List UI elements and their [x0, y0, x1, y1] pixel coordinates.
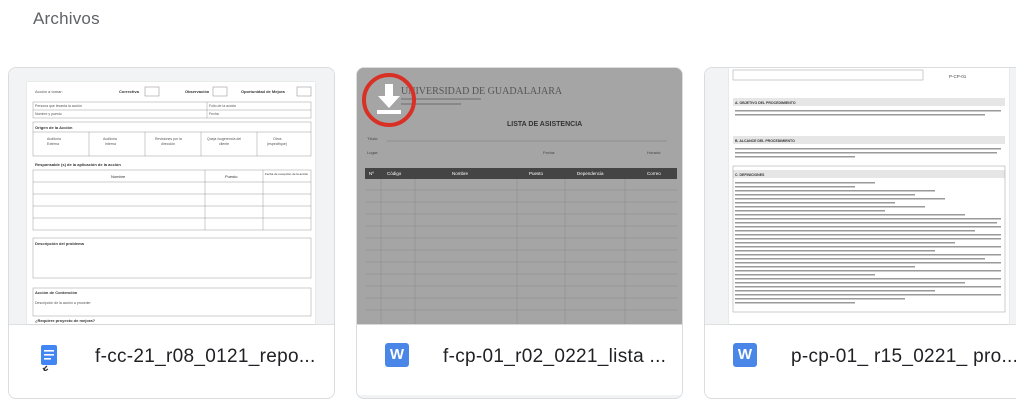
svg-text:cliente: cliente — [219, 142, 229, 146]
containment-label: Acción de Contención — [35, 290, 78, 295]
col-puesto: Puesto — [529, 171, 544, 176]
file-name-3[interactable]: p-cp-01_ r15_0221_ pro... — [791, 346, 1016, 368]
svg-text:Auditoría: Auditoría — [47, 137, 61, 141]
word-icon: W — [385, 343, 411, 369]
project-label: ¿Requiere proyecto de mejora? — [35, 318, 96, 323]
document-preview: P-CP-01 A. OBJETIVO DEL PROCEDIMIENTO B.… — [729, 68, 1009, 324]
svg-text:Folio de la acción: Folio de la acción — [209, 104, 236, 108]
file-name-1[interactable]: f-cc-21_r08_0121_repo... — [95, 346, 316, 368]
file-thumbnail-3[interactable]: P-CP-01 A. OBJETIVO DEL PROCEDIMIENTO B.… — [705, 68, 1016, 325]
file-card-1[interactable]: Acción a tomar: Correctiva Observación O… — [8, 67, 335, 399]
svg-text:P-CP-01: P-CP-01 — [949, 74, 967, 79]
svg-text:Nombre y puesto: Nombre y puesto — [35, 112, 62, 116]
document-preview: Acción a tomar: Correctiva Observación O… — [27, 82, 315, 324]
svg-text:Título:: Título: — [367, 136, 378, 141]
col-correo: Correo — [647, 171, 661, 176]
svg-text:Acción a tomar:: Acción a tomar: — [35, 89, 63, 94]
word-icon: W — [733, 343, 759, 369]
col-puesto: Puesto — [225, 174, 238, 179]
document-preview-graphic: P-CP-01 A. OBJETIVO DEL PROCEDIMIENTO B.… — [732, 69, 1006, 313]
svg-text:Revisiones por la: Revisiones por la — [155, 137, 182, 141]
university-header: UNIVERSIDAD DE GUADALAJARA — [401, 86, 563, 97]
file-card-3[interactable]: P-CP-01 A. OBJETIVO DEL PROCEDIMIENTO B.… — [704, 67, 1016, 399]
svg-text:Externa: Externa — [47, 142, 59, 146]
label-correctiva: Correctiva — [119, 89, 140, 94]
section-a: A. OBJETIVO DEL PROCEDIMIENTO — [735, 101, 796, 105]
section-c: C. DEFINICIONES — [735, 173, 765, 177]
svg-text:Fecha:: Fecha: — [543, 150, 555, 155]
col-dependencia: Dependencia — [577, 171, 604, 176]
responsible-label: Responsable (s) de la aplicación de la a… — [35, 162, 121, 167]
attendance-title: LISTA DE ASISTENCIA — [507, 121, 582, 128]
file-thumbnail-2[interactable]: UNIVERSIDAD DE GUADALAJARA LISTA DE ASIS… — [357, 68, 682, 325]
svg-text:Horario:: Horario: — [647, 150, 661, 155]
svg-text:Queja /sugerencia del: Queja /sugerencia del — [207, 137, 241, 141]
svg-text:Persona que levanta la acción: Persona que levanta la acción — [35, 104, 82, 108]
col-nombre: Nombre — [111, 174, 126, 179]
svg-text:Fecha: Fecha — [209, 112, 219, 116]
svg-text:Auditoría: Auditoría — [103, 137, 117, 141]
svg-text:(especifique): (especifique) — [267, 142, 287, 146]
svg-text:Interna: Interna — [105, 142, 116, 146]
google-docs-icon — [37, 343, 63, 372]
section-b: B. ALCANCE DEL PROCEDIMIENTO — [735, 139, 795, 143]
label-observacion: Observación — [185, 89, 210, 94]
file-card-2[interactable]: UNIVERSIDAD DE GUADALAJARA LISTA DE ASIS… — [356, 67, 683, 399]
col-fecha: Fecha de recepción de la acción — [265, 172, 309, 176]
document-preview-graphic: Acción a tomar: Correctiva Observación O… — [32, 86, 312, 323]
col-codigo: Código — [387, 171, 402, 176]
file-thumbnail-1[interactable]: Acción a tomar: Correctiva Observación O… — [9, 68, 334, 325]
col-nombre: Nombre — [452, 171, 469, 176]
svg-text:Descripción de la acción a pro: Descripción de la acción a proceder — [35, 301, 91, 305]
origin-label: Origen de la Acción — [35, 125, 73, 130]
svg-text:dirección: dirección — [161, 142, 175, 146]
svg-text:Lugar:: Lugar: — [367, 150, 378, 155]
col-no: Nº — [369, 171, 374, 176]
label-oportunidad: Oportunidad de Mejora — [241, 89, 286, 94]
problem-label: Descripción del problema — [35, 241, 85, 246]
section-title: Archivos — [33, 9, 100, 28]
download-icon[interactable] — [359, 70, 423, 134]
file-name-2[interactable]: f-cp-01_r02_0221_lista ... — [443, 346, 666, 368]
svg-text:Otros: Otros — [273, 137, 282, 141]
